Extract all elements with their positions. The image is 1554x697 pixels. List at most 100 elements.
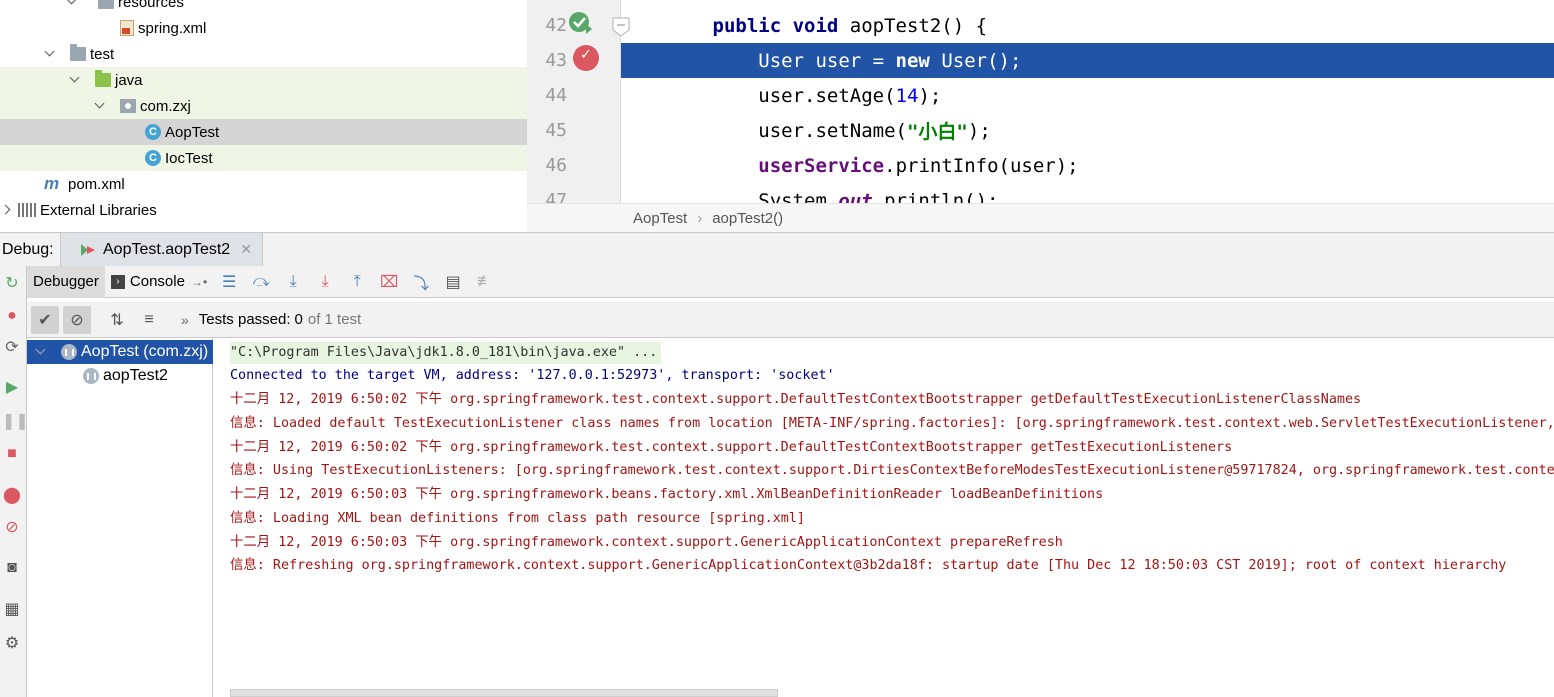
evaluate-expression-icon[interactable]: ▤: [437, 266, 469, 298]
rerun-failed-icon[interactable]: ●: [2, 306, 22, 326]
project-tree: resources spring.xml test java com.zxj C…: [0, 0, 527, 232]
code-editor[interactable]: 42 43 44 45 46 47 public void aopTest2()…: [527, 0, 1554, 232]
run-tab-label: AopTest.aopTest2: [103, 240, 231, 258]
pause-icon[interactable]: ❚❚: [2, 412, 29, 432]
code-line[interactable]: public void aopTest2() {: [621, 8, 1554, 43]
chevron-right-icon[interactable]: [0, 202, 16, 218]
expand-icon[interactable]: »: [181, 312, 189, 328]
tree-item-com-zxj[interactable]: com.zxj: [0, 93, 527, 119]
test-source-folder-icon: [95, 70, 111, 87]
stop-icon[interactable]: ■: [2, 444, 22, 464]
run-test-icon[interactable]: [567, 10, 593, 36]
console-line: 十二月 12, 2019 6:50:02 下午 org.springframew…: [230, 392, 1362, 407]
close-icon[interactable]: ✕: [240, 241, 252, 258]
tree-item-ioctest[interactable]: C IocTest: [0, 145, 527, 171]
step-out-icon[interactable]: ⤒: [341, 266, 373, 298]
tab-console-label: Console: [129, 273, 185, 290]
debug-label: Debug:: [2, 240, 54, 258]
chevron-down-icon[interactable]: [92, 98, 108, 114]
rerun-icon[interactable]: ↻: [2, 274, 22, 294]
test-case-row[interactable]: aopTest2: [27, 364, 213, 388]
console-line: 信息: Refreshing org.springframework.conte…: [230, 558, 1507, 573]
toggle-auto-test-icon[interactable]: ⟳: [2, 338, 22, 358]
tree-item-label: pom.xml: [68, 175, 125, 193]
tab-debugger[interactable]: Debugger: [27, 265, 105, 298]
drop-frame-icon[interactable]: ⌧: [373, 266, 405, 298]
package-icon: [120, 99, 136, 113]
chevron-right-icon: ›: [697, 209, 703, 227]
tree-item-spring-xml[interactable]: spring.xml: [0, 15, 527, 41]
junit-run-icon: [81, 243, 95, 256]
chevron-down-icon[interactable]: [42, 46, 58, 62]
tree-item-label: java: [115, 71, 143, 89]
console-icon: ›: [110, 274, 125, 289]
console-output[interactable]: "C:\Program Files\Java\jdk1.8.0_181\bin\…: [213, 338, 1554, 697]
tab-run-config[interactable]: AopTest.aopTest2 ✕: [60, 232, 263, 267]
code-line[interactable]: userService .printInfo(user);: [621, 148, 1554, 183]
debug-tool-window-header: Debug: AopTest.aopTest2 ✕: [0, 232, 1554, 267]
console-line: 信息: Loading XML bean definitions from cl…: [230, 511, 805, 526]
view-breakpoints-icon[interactable]: ⬤: [2, 486, 22, 506]
editor-gutter[interactable]: 42 43 44 45 46 47: [527, 0, 630, 211]
breakpoint-icon[interactable]: [573, 45, 599, 71]
code-line[interactable]: user.setAge(14);: [621, 78, 1554, 113]
step-over-icon[interactable]: ⤼: [245, 266, 277, 298]
chevron-down-icon[interactable]: [33, 344, 49, 360]
gear-icon[interactable]: ⚙: [2, 634, 22, 654]
test-pending-icon: [83, 368, 99, 384]
test-suite-label: AopTest (com.zxj): [81, 343, 209, 360]
code-line[interactable]: user.setName("小白");: [621, 113, 1554, 148]
mute-breakpoints-icon[interactable]: ⊘: [2, 518, 22, 538]
pin-arrow-icon[interactable]: →•: [191, 275, 207, 289]
test-case-label: aopTest2: [103, 367, 168, 384]
chevron-down-icon[interactable]: [64, 0, 80, 10]
xml-file-icon: [120, 20, 134, 36]
line-number: 43: [545, 50, 567, 71]
test-suite-row[interactable]: AopTest (com.zxj): [27, 340, 213, 364]
test-pending-icon: [61, 344, 77, 360]
test-results-tree: AopTest (com.zxj) aopTest2: [27, 338, 213, 697]
line-number: 42: [545, 15, 567, 36]
breadcrumb: AopTest › aopTest2(): [527, 203, 1554, 232]
tests-passed-label: Tests passed:: [198, 311, 291, 328]
tree-item-pom-xml[interactable]: m pom.xml: [0, 171, 527, 197]
trace-current-stream-icon[interactable]: ≢: [469, 266, 501, 298]
resume-icon[interactable]: ▶: [2, 378, 22, 398]
show-execution-point-icon[interactable]: ☰: [213, 266, 245, 298]
tree-item-external-libraries[interactable]: External Libraries: [0, 197, 527, 223]
tree-item-java[interactable]: java: [0, 67, 527, 93]
code-line-current[interactable]: User user = new User();: [621, 43, 1554, 78]
console-line: 信息: Using TestExecutionListeners: [org.s…: [230, 463, 1554, 478]
sort-by-duration-icon[interactable]: ≡: [135, 306, 163, 334]
tree-item-resources[interactable]: resources: [0, 0, 527, 15]
console-line[interactable]: "C:\Program Files\Java\jdk1.8.0_181\bin\…: [230, 342, 662, 364]
breadcrumb-method[interactable]: aopTest2(): [712, 210, 783, 227]
layout-icon[interactable]: ▦: [2, 600, 22, 620]
test-runner-toolbar: ✔ ⊘ ⇅ ≡ » Tests passed: 0 of 1 test: [27, 302, 1554, 338]
show-passed-icon[interactable]: ✔: [31, 305, 59, 334]
sort-alphabetically-icon[interactable]: ⇅: [103, 306, 131, 334]
console-line: 十二月 12, 2019 6:50:03 下午 org.springframew…: [230, 535, 1063, 550]
tree-item-label: External Libraries: [40, 201, 157, 219]
maven-icon: m: [44, 174, 60, 193]
force-step-into-icon[interactable]: ⤓: [309, 266, 341, 298]
tree-item-aoptest[interactable]: C AopTest: [0, 119, 527, 145]
tab-console[interactable]: › Console →•: [105, 266, 213, 298]
show-ignored-icon[interactable]: ⊘: [63, 305, 91, 334]
camera-icon[interactable]: ◙: [2, 558, 22, 578]
tree-item-label: resources: [118, 0, 184, 11]
run-to-cursor-icon[interactable]: ⤵: [405, 266, 437, 298]
tree-item-label: IocTest: [165, 149, 213, 167]
line-number: 46: [545, 155, 567, 176]
breadcrumb-class[interactable]: AopTest: [633, 210, 687, 227]
library-icon: [18, 203, 36, 217]
tree-item-label: spring.xml: [138, 19, 207, 37]
tree-item-label: test: [90, 45, 115, 63]
step-into-icon[interactable]: ⤓: [277, 266, 309, 298]
class-icon: C: [145, 124, 161, 140]
tree-item-test[interactable]: test: [0, 41, 527, 67]
debug-subtabs: Debugger › Console →• ☰ ⤼ ⤓ ⤓ ⤒ ⌧ ⤵ ▤ ≢: [27, 265, 1554, 298]
horizontal-scrollbar[interactable]: [230, 689, 778, 697]
console-line: 十二月 12, 2019 6:50:02 下午 org.springframew…: [230, 440, 1233, 455]
chevron-down-icon[interactable]: [67, 72, 83, 88]
